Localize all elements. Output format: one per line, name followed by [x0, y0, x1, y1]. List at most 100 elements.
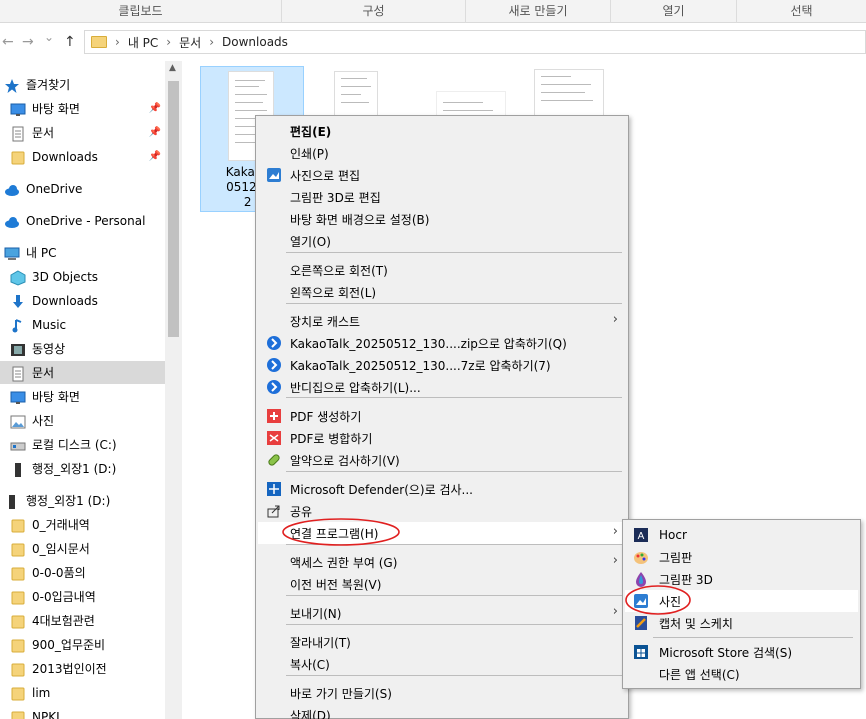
sidebar-item[interactable]: 0-0입금내역 — [0, 585, 165, 608]
open-with-item[interactable]: Microsoft Store 검색(S) — [625, 641, 858, 663]
context-menu-item[interactable]: 편집(E) — [258, 120, 626, 142]
navigation-pane-scrollbar[interactable]: ▲ — [165, 61, 182, 719]
sidebar-item[interactable]: NPKI — [0, 705, 165, 719]
desktop-icon — [10, 390, 26, 404]
back-button[interactable]: ← — [2, 34, 14, 50]
context-menu-item[interactable]: 반디집으로 압축하기(L)... — [258, 376, 626, 398]
cube-icon — [10, 269, 26, 286]
open-with-item[interactable]: 그림판 3D — [625, 568, 858, 590]
breadcrumb-my-pc[interactable]: 내 PC — [128, 34, 158, 51]
submenu-arrow-icon: › — [612, 312, 618, 327]
sidebar-item[interactable]: OneDrive — [0, 177, 165, 200]
context-menu-item[interactable]: 바로 가기 만들기(S) — [258, 682, 626, 704]
sidebar-item-label: 즐겨찾기 — [26, 78, 71, 92]
sidebar-item[interactable]: 0-0-0품의 — [0, 561, 165, 584]
context-menu-item[interactable]: 장치로 캐스트 › — [258, 310, 626, 332]
sidebar-item[interactable]: 문서 — [0, 361, 165, 384]
context-menu-item[interactable]: 인쇄(P) — [258, 142, 626, 164]
up-button[interactable]: ↑ — [64, 34, 76, 50]
folder-icon — [10, 590, 26, 604]
sidebar-item[interactable]: 바탕 화면 — [0, 385, 165, 408]
context-menu-item[interactable]: 공유 — [258, 500, 626, 522]
scroll-up-icon[interactable]: ▲ — [169, 63, 176, 73]
folder-icon — [10, 566, 26, 580]
sidebar-item[interactable]: 행정_외장1 (D:) — [0, 457, 165, 480]
sidebar-item[interactable]: lim — [0, 681, 165, 704]
defender-icon — [266, 481, 282, 497]
sidebar-item[interactable]: 3D Objects — [0, 265, 165, 288]
open-with-item[interactable]: 그림판 — [625, 546, 858, 568]
context-menu-item[interactable]: 삭제(D) — [258, 704, 626, 719]
hocr-icon: A — [633, 527, 649, 543]
context-menu-item[interactable]: KakaoTalk_20250512_130....zip으로 압축하기(Q) — [258, 332, 626, 354]
open-with-item[interactable]: A Hocr — [625, 524, 858, 546]
file-thumbnail[interactable] — [534, 69, 604, 119]
context-menu-item-label: 인쇄(P) — [290, 146, 329, 161]
sidebar-item[interactable]: 로컬 디스크 (C:) — [0, 433, 165, 456]
context-menu-item[interactable]: 연결 프로그램(H) › — [258, 522, 626, 544]
sidebar-item[interactable]: 900_업무준비 — [0, 633, 165, 656]
sidebar-item[interactable]: 문서 📌 — [0, 121, 165, 144]
sidebar-item[interactable]: 즐겨찾기 — [0, 73, 165, 96]
sidebar-item[interactable]: Downloads 📌 — [0, 145, 165, 168]
open-with-item[interactable]: 다른 앱 선택(C) — [625, 663, 858, 685]
context-menu-item[interactable]: 오른쪽으로 회전(T) — [258, 259, 626, 281]
music-icon — [10, 318, 26, 332]
breadcrumb-documents[interactable]: 문서 — [179, 34, 201, 51]
context-menu-item[interactable]: PDF 생성하기 — [258, 405, 626, 427]
ribbon-group-organize: 구성 — [282, 0, 466, 23]
folder-icon — [10, 542, 26, 556]
cloud-icon — [4, 182, 20, 196]
document-icon — [10, 366, 26, 381]
star-icon — [4, 78, 20, 93]
sidebar-item-label: lim — [32, 685, 51, 700]
context-menu-item[interactable]: KakaoTalk_20250512_130....7z로 압축하기(7) — [258, 354, 626, 376]
open-with-item-label: Microsoft Store 검색(S) — [659, 645, 793, 660]
scrollbar-thumb[interactable] — [168, 81, 179, 337]
context-menu-item[interactable]: 사진으로 편집 — [258, 164, 626, 186]
sidebar-item[interactable]: 내 PC — [0, 241, 165, 264]
context-menu-item[interactable]: 이전 버전 복원(V) — [258, 573, 626, 595]
sidebar-item-label: Downloads — [32, 149, 98, 164]
sidebar-item[interactable]: 4대보험관련 — [0, 609, 165, 632]
context-menu-item[interactable]: Microsoft Defender(으)로 검사... — [258, 478, 626, 500]
recent-locations-button[interactable]: ⌄ — [44, 30, 54, 44]
sidebar-item[interactable]: 동영상 — [0, 337, 165, 360]
open-with-item-label: Hocr — [659, 528, 687, 542]
open-with-item[interactable]: 사진 — [625, 590, 858, 612]
sidebar-item[interactable]: OneDrive - Personal — [0, 209, 165, 232]
sidebar-item[interactable]: Music — [0, 313, 165, 336]
sidebar-item-label: Downloads — [32, 293, 98, 308]
open-with-item[interactable]: 캡처 및 스케치 — [625, 612, 858, 634]
sidebar-item[interactable]: 행정_외장1 (D:) — [0, 489, 165, 512]
sidebar-item[interactable]: Downloads — [0, 289, 165, 312]
sidebar-item[interactable]: 0_거래내역 — [0, 513, 165, 536]
context-menu-item[interactable]: 왼쪽으로 회전(L) — [258, 281, 626, 303]
context-menu-item[interactable]: 복사(C) — [258, 653, 626, 675]
sidebar-item[interactable]: 0_임시문서 — [0, 537, 165, 560]
breadcrumb-downloads[interactable]: Downloads — [222, 35, 288, 49]
context-menu-item[interactable]: 보내기(N) › — [258, 602, 626, 624]
context-menu-item[interactable]: 액세스 권한 부여 (G) › — [258, 551, 626, 573]
pin-icon[interactable]: 📌 — [149, 151, 161, 162]
alyac-icon — [266, 452, 282, 468]
context-menu-item-label: Microsoft Defender(으)로 검사... — [290, 482, 473, 497]
file-thumbnail[interactable] — [334, 71, 378, 119]
context-menu-item[interactable]: 알약으로 검사하기(V) — [258, 449, 626, 471]
bandizip-icon — [266, 335, 282, 351]
context-menu-item[interactable]: 잘라내기(T) — [258, 631, 626, 653]
context-menu-item[interactable]: 열기(O) — [258, 230, 626, 252]
context-menu-item[interactable]: 그림판 3D로 편집 — [258, 186, 626, 208]
context-menu-item[interactable]: PDF로 병합하기 — [258, 427, 626, 449]
sidebar-item[interactable]: 바탕 화면 📌 — [0, 97, 165, 120]
ribbon-group-select: 선택 — [790, 4, 813, 18]
context-menu-item[interactable]: 바탕 화면 배경으로 설정(B) — [258, 208, 626, 230]
forward-button[interactable]: → — [22, 34, 34, 50]
sidebar-item[interactable]: 사진 — [0, 409, 165, 432]
address-bar[interactable]: › 내 PC › 문서 › Downloads — [84, 30, 866, 54]
pin-icon[interactable]: 📌 — [149, 127, 161, 138]
pin-icon[interactable]: 📌 — [149, 103, 161, 114]
picture-icon — [10, 414, 26, 428]
sidebar-item[interactable]: 2013법인이전 — [0, 657, 165, 680]
menu-separator — [653, 637, 853, 638]
